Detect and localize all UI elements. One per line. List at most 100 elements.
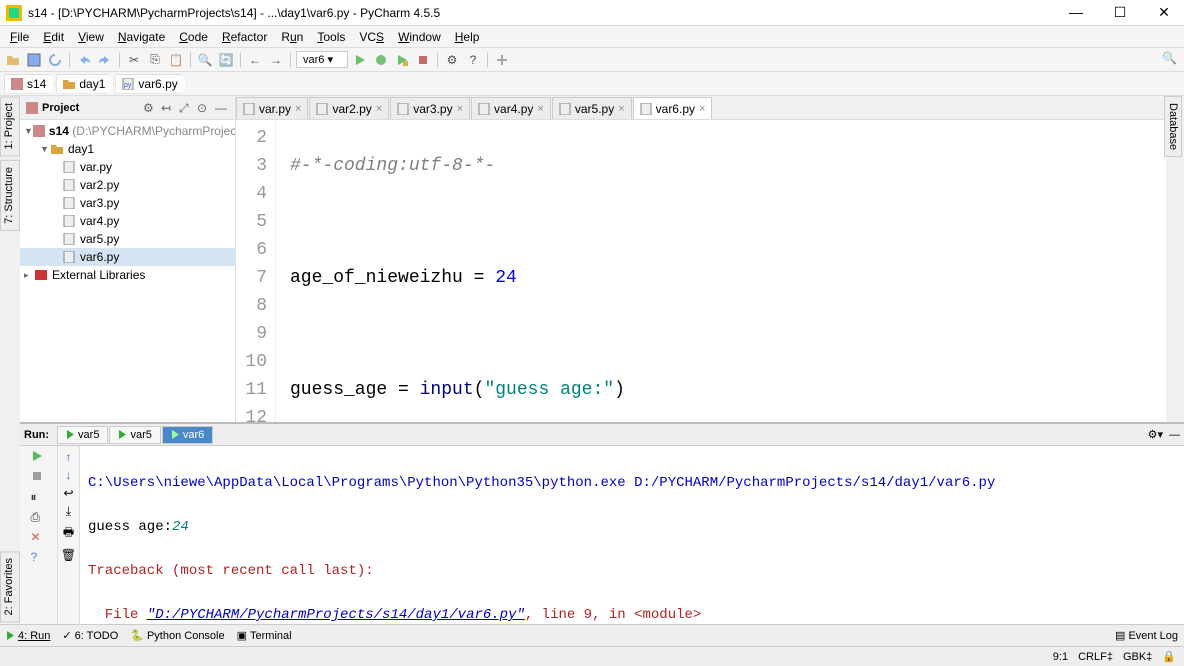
down-icon[interactable]: ↓ <box>66 468 72 482</box>
bottom-tab-python-console[interactable]: 🐍 Python Console <box>130 629 224 642</box>
help-icon[interactable]: ? <box>31 550 47 566</box>
bottom-tab-terminal[interactable]: ▣ Terminal <box>237 629 292 642</box>
bottom-tab-event-log[interactable]: ▤ Event Log <box>1115 629 1178 642</box>
run-tool-window: Run: var5 var5 var6 ⚙▾ — ⏸ ⎙ ✕ ? ↑ ↓ ↩ ⤓… <box>20 422 1184 624</box>
copy-icon[interactable]: ⎘ <box>146 51 164 69</box>
menu-vcs[interactable]: VCS <box>353 28 390 46</box>
editor-tab[interactable]: var4.py× <box>471 97 551 119</box>
minimize-button[interactable]: — <box>1062 4 1090 21</box>
search-everywhere-icon[interactable]: 🔍 <box>1162 51 1180 69</box>
wrap-icon[interactable]: ↩ <box>63 486 73 500</box>
tree-file[interactable]: var3.py <box>20 194 235 212</box>
side-tab-database[interactable]: Database <box>1164 96 1182 157</box>
run-tab[interactable]: var5 <box>57 426 108 444</box>
run-tab-active[interactable]: var6 <box>162 426 213 444</box>
close-tab-icon[interactable]: × <box>376 103 382 115</box>
menu-help[interactable]: Help <box>449 28 486 46</box>
run-tab[interactable]: var5 <box>109 426 160 444</box>
maximize-button[interactable]: ☐ <box>1106 4 1134 21</box>
status-encoding[interactable]: GBK‡ <box>1123 651 1152 663</box>
settings-icon[interactable]: ⚙▾ <box>1148 428 1163 441</box>
code-editor[interactable]: 2345678910111213 #-*-coding:utf-8-*- age… <box>236 120 1166 422</box>
lock-icon[interactable]: 🔒 <box>1162 650 1176 663</box>
menu-tools[interactable]: Tools <box>311 28 351 46</box>
coverage-icon[interactable] <box>393 51 411 69</box>
vcs-icon[interactable] <box>493 51 511 69</box>
crumb-root[interactable]: s14 <box>4 74 55 94</box>
menu-window[interactable]: Window <box>392 28 447 46</box>
close-icon[interactable]: ✕ <box>31 530 47 546</box>
project-tree[interactable]: ▼s14 (D:\PYCHARM\PycharmProjects\s14) ▼d… <box>20 120 235 422</box>
editor-tab[interactable]: var.py× <box>236 97 308 119</box>
menu-view[interactable]: View <box>72 28 110 46</box>
console-output[interactable]: C:\Users\niewe\AppData\Local\Programs\Py… <box>80 446 1184 624</box>
tree-root[interactable]: ▼s14 (D:\PYCHARM\PycharmProjects\s14) <box>20 122 235 140</box>
save-icon[interactable] <box>25 51 43 69</box>
menu-file[interactable]: File <box>4 28 35 46</box>
menu-navigate[interactable]: Navigate <box>112 28 171 46</box>
scroll-icon[interactable]: ⤓ <box>66 504 71 519</box>
hide-icon[interactable]: — <box>1169 429 1180 441</box>
close-tab-icon[interactable]: × <box>295 103 301 115</box>
pycharm-icon <box>6 5 22 21</box>
collapse-icon[interactable]: ↤ <box>161 101 175 115</box>
up-icon[interactable]: ↑ <box>66 450 72 464</box>
open-icon[interactable] <box>4 51 22 69</box>
stop-icon[interactable] <box>414 51 432 69</box>
status-line-separator[interactable]: CRLF‡ <box>1078 651 1113 663</box>
tree-folder[interactable]: ▼day1 <box>20 140 235 158</box>
replace-icon[interactable]: 🔄 <box>217 51 235 69</box>
rerun-icon[interactable] <box>31 450 47 466</box>
close-tab-icon[interactable]: × <box>457 103 463 115</box>
paste-icon[interactable]: 📋 <box>167 51 185 69</box>
run-config-select[interactable]: var6 ▾ <box>296 51 348 68</box>
crumb-folder[interactable]: day1 <box>56 74 114 94</box>
hide-icon[interactable]: — <box>215 101 229 115</box>
settings-icon[interactable]: ⚙ <box>443 51 461 69</box>
side-tab-structure[interactable]: 7: Structure <box>0 160 20 231</box>
close-tab-icon[interactable]: × <box>699 103 705 115</box>
bottom-tab-todo[interactable]: ✓ 6: TODO <box>62 629 118 642</box>
expand-icon[interactable]: ⤢ <box>179 101 193 115</box>
stop-icon[interactable] <box>31 470 47 486</box>
editor-tab[interactable]: var5.py× <box>552 97 632 119</box>
menu-refactor[interactable]: Refactor <box>216 28 273 46</box>
tree-file[interactable]: var.py <box>20 158 235 176</box>
editor-tab-active[interactable]: var6.py× <box>633 97 713 119</box>
help-icon[interactable]: ? <box>464 51 482 69</box>
cut-icon[interactable]: ✂ <box>125 51 143 69</box>
menu-edit[interactable]: Edit <box>37 28 70 46</box>
bottom-tab-run[interactable]: 4: Run <box>6 630 50 642</box>
pause-icon[interactable]: ⏸ <box>31 490 47 506</box>
close-tab-icon[interactable]: × <box>537 103 543 115</box>
debug-icon[interactable] <box>372 51 390 69</box>
settings-icon[interactable]: ⚙ <box>143 101 157 115</box>
tree-file[interactable]: var5.py <box>20 230 235 248</box>
editor-tab[interactable]: var3.py× <box>390 97 470 119</box>
menu-run[interactable]: Run <box>275 28 309 46</box>
crumb-file[interactable]: pyvar6.py <box>115 74 186 94</box>
close-tab-icon[interactable]: × <box>618 103 624 115</box>
side-tab-favorites[interactable]: 2: Favorites <box>0 551 20 622</box>
dump-icon[interactable]: ⎙ <box>31 510 47 526</box>
clear-icon[interactable]: 🗑 <box>61 548 76 562</box>
locate-icon[interactable]: ⊙ <box>197 101 211 115</box>
redo-icon[interactable] <box>96 51 114 69</box>
editor-tab[interactable]: var2.py× <box>309 97 389 119</box>
menu-code[interactable]: Code <box>173 28 214 46</box>
code-area[interactable]: #-*-coding:utf-8-*- age_of_nieweizhu = 2… <box>276 120 1166 422</box>
print-icon[interactable]: 🖶 <box>63 523 74 544</box>
find-icon[interactable]: 🔍 <box>196 51 214 69</box>
back-icon[interactable]: ← <box>246 51 264 69</box>
sync-icon[interactable] <box>46 51 64 69</box>
side-tab-project[interactable]: 1: Project <box>0 96 20 156</box>
tree-file[interactable]: var2.py <box>20 176 235 194</box>
run-icon[interactable] <box>351 51 369 69</box>
tree-external-libs[interactable]: ▸External Libraries <box>20 266 235 284</box>
status-position[interactable]: 9:1 <box>1053 651 1068 663</box>
tree-file-selected[interactable]: var6.py <box>20 248 235 266</box>
forward-icon[interactable]: → <box>267 51 285 69</box>
undo-icon[interactable] <box>75 51 93 69</box>
close-button[interactable]: ✕ <box>1150 4 1178 21</box>
tree-file[interactable]: var4.py <box>20 212 235 230</box>
